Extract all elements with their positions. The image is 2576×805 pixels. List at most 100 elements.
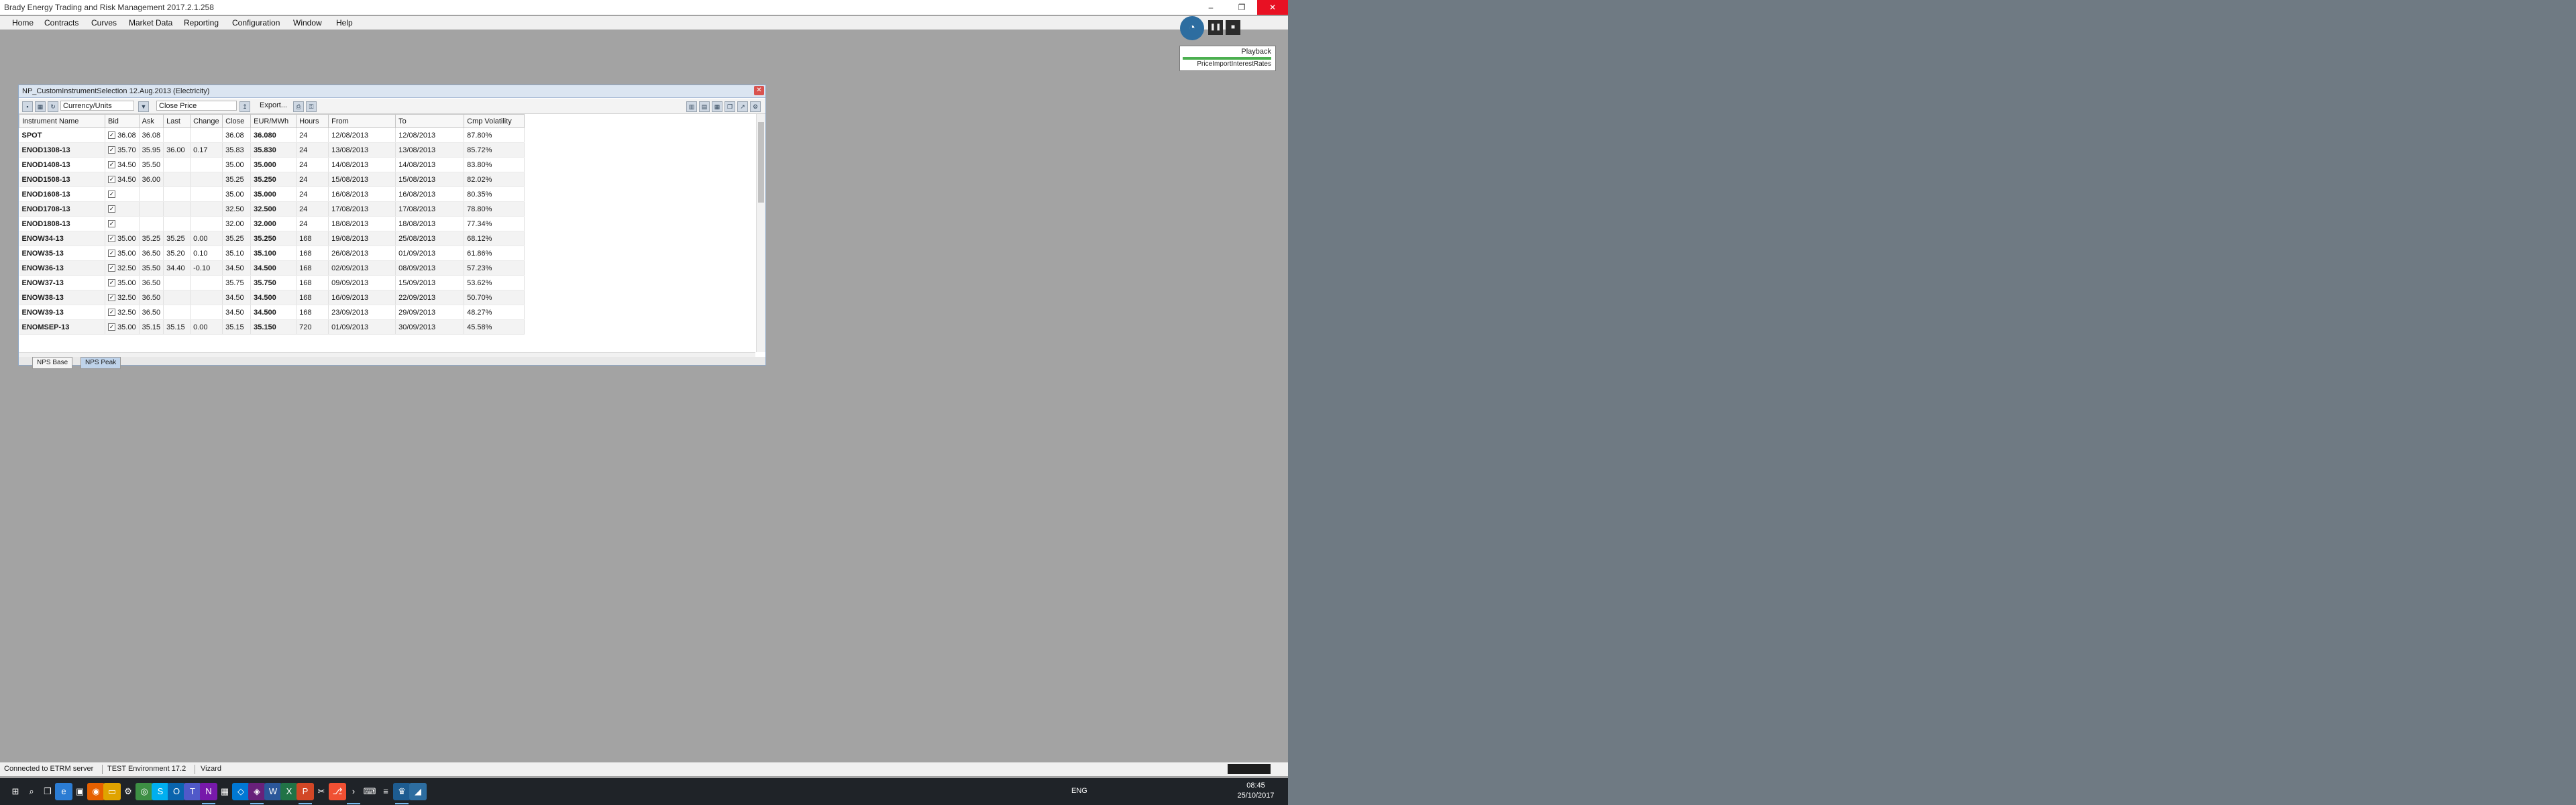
skype-icon[interactable]: S [152, 783, 169, 800]
column-header[interactable]: From [328, 114, 396, 128]
cell-hours[interactable]: 24 [296, 127, 329, 143]
refresh-icon[interactable]: ↻ [48, 101, 58, 112]
cell-from[interactable]: 18/08/2013 [328, 216, 396, 231]
cell-ask[interactable]: 36.50 [139, 275, 164, 290]
store-icon[interactable]: ▣ [71, 783, 89, 800]
cell-name[interactable]: ENOD1708-13 [19, 201, 105, 217]
menu-window[interactable]: Window [293, 18, 322, 28]
cell-to[interactable]: 12/08/2013 [395, 127, 465, 143]
cell-ask[interactable]: 36.50 [139, 290, 164, 305]
column-header[interactable]: Hours [296, 114, 329, 128]
cell-change[interactable] [190, 201, 223, 217]
cell-from[interactable]: 26/08/2013 [328, 246, 396, 261]
cell-name[interactable]: ENOD1408-13 [19, 157, 105, 172]
lock-icon[interactable]: ⚿ [306, 101, 317, 112]
row-checkbox[interactable]: ✓ [108, 176, 115, 184]
cell-bid[interactable]: ✓ 35.00 [105, 319, 140, 335]
cell-change[interactable] [190, 305, 223, 320]
table-row[interactable]: ENOD1708-13 ✓ 32.50 32.500 24 17/08/2013 17/0… [19, 201, 525, 217]
row-checkbox[interactable]: ✓ [108, 250, 115, 258]
cell-to[interactable]: 22/09/2013 [395, 290, 465, 305]
cell-last[interactable] [163, 172, 191, 187]
cell-vol[interactable]: 48.27% [464, 305, 525, 320]
minimize-button[interactable]: – [1195, 0, 1226, 15]
cell-ask[interactable]: 35.50 [139, 157, 164, 172]
task-view-icon[interactable]: ❒ [39, 783, 56, 800]
tray-clock[interactable]: 08:45 25/10/2017 [1236, 781, 1276, 801]
cell-close[interactable]: 35.00 [222, 186, 252, 202]
snipping-icon[interactable]: ✂ [313, 783, 330, 800]
table-row[interactable]: ENOD1408-13 ✓ 34.50 35.50 35.00 35.000 24 14/0… [19, 157, 525, 172]
row-checkbox[interactable]: ✓ [108, 220, 115, 228]
cell-change[interactable] [190, 275, 223, 290]
cell-price[interactable]: 35.150 [250, 319, 297, 335]
cell-last[interactable] [163, 305, 191, 320]
powerpoint-icon[interactable]: P [297, 783, 314, 804]
table-row[interactable]: ENOW38-13 ✓ 32.50 36.50 34.50 34.500 168 16/09… [19, 290, 525, 305]
cell-name[interactable]: ENOD1508-13 [19, 172, 105, 187]
cell-vol[interactable]: 78.80% [464, 201, 525, 217]
cell-to[interactable]: 01/09/2013 [395, 246, 465, 261]
tab-nps-peak[interactable]: NPS Peak [80, 357, 121, 369]
cell-bid[interactable]: ✓ [105, 216, 140, 231]
columns-icon[interactable]: ▥ [686, 101, 697, 112]
cell-name[interactable]: ENOW39-13 [19, 305, 105, 320]
cell-bid[interactable]: ✓ 35.00 [105, 246, 140, 261]
cell-vol[interactable]: 50.70% [464, 290, 525, 305]
row-checkbox[interactable]: ✓ [108, 309, 115, 317]
cell-hours[interactable]: 720 [296, 319, 329, 335]
cell-last[interactable] [163, 157, 191, 172]
cell-ask[interactable] [139, 216, 164, 231]
cell-to[interactable]: 16/08/2013 [395, 186, 465, 202]
cell-last[interactable]: 34.40 [163, 260, 191, 276]
close-price-dropdown[interactable]: Close Price [156, 101, 237, 111]
cell-last[interactable] [163, 290, 191, 305]
cell-vol[interactable]: 82.02% [464, 172, 525, 187]
cell-from[interactable]: 12/08/2013 [328, 127, 396, 143]
cell-name[interactable]: ENOD1808-13 [19, 216, 105, 231]
excel-icon[interactable]: X [280, 783, 298, 800]
cell-to[interactable]: 29/09/2013 [395, 305, 465, 320]
cell-bid[interactable]: ✓ 35.00 [105, 231, 140, 246]
cell-vol[interactable]: 85.72% [464, 142, 525, 158]
cell-hours[interactable]: 168 [296, 290, 329, 305]
cell-name[interactable]: ENOW34-13 [19, 231, 105, 246]
cell-bid[interactable]: ✓ 32.50 [105, 290, 140, 305]
cell-ask[interactable] [139, 186, 164, 202]
cell-hours[interactable]: 168 [296, 275, 329, 290]
chrome-icon[interactable]: ◎ [136, 783, 153, 800]
cell-bid[interactable]: ✓ [105, 201, 140, 217]
cell-from[interactable]: 23/09/2013 [328, 305, 396, 320]
inner-close-button[interactable]: ✕ [754, 86, 764, 95]
cell-vol[interactable]: 83.80% [464, 157, 525, 172]
cell-name[interactable]: ENOW38-13 [19, 290, 105, 305]
cell-price[interactable]: 32.500 [250, 201, 297, 217]
cell-from[interactable]: 15/08/2013 [328, 172, 396, 187]
table-icon[interactable]: ▦ [712, 101, 722, 112]
row-checkbox[interactable]: ✓ [108, 146, 115, 154]
cell-change[interactable] [190, 186, 223, 202]
royal-ts-icon[interactable]: ♛ [393, 783, 411, 804]
cell-ask[interactable]: 35.15 [139, 319, 164, 335]
cell-close[interactable]: 36.08 [222, 127, 252, 143]
cell-to[interactable]: 18/08/2013 [395, 216, 465, 231]
cell-name[interactable]: ENOD1308-13 [19, 142, 105, 158]
cell-last[interactable] [163, 201, 191, 217]
playback-stop-icon[interactable]: ■ [1226, 20, 1240, 35]
cell-hours[interactable]: 24 [296, 142, 329, 158]
cell-close[interactable]: 35.25 [222, 172, 252, 187]
cell-bid[interactable]: ✓ 35.00 [105, 275, 140, 290]
table-row[interactable]: ENOW35-13 ✓ 35.00 36.50 35.20 0.10 35.10 35.10… [19, 246, 525, 261]
cell-close[interactable]: 35.83 [222, 142, 252, 158]
cell-vol[interactable]: 77.34% [464, 216, 525, 231]
cell-to[interactable]: 15/08/2013 [395, 172, 465, 187]
column-header[interactable]: Bid [105, 114, 140, 128]
git-icon[interactable]: ⎇ [329, 783, 346, 800]
table-row[interactable]: SPOT ✓ 36.08 36.08 36.08 36.080 24 12/08/2013 1… [19, 127, 525, 143]
column-header[interactable]: Close [222, 114, 252, 128]
cell-from[interactable]: 13/08/2013 [328, 142, 396, 158]
cell-last[interactable] [163, 127, 191, 143]
filter-icon[interactable]: ▼ [138, 101, 149, 112]
cell-change[interactable]: 0.17 [190, 142, 223, 158]
menu-market-data[interactable]: Market Data [129, 18, 172, 28]
